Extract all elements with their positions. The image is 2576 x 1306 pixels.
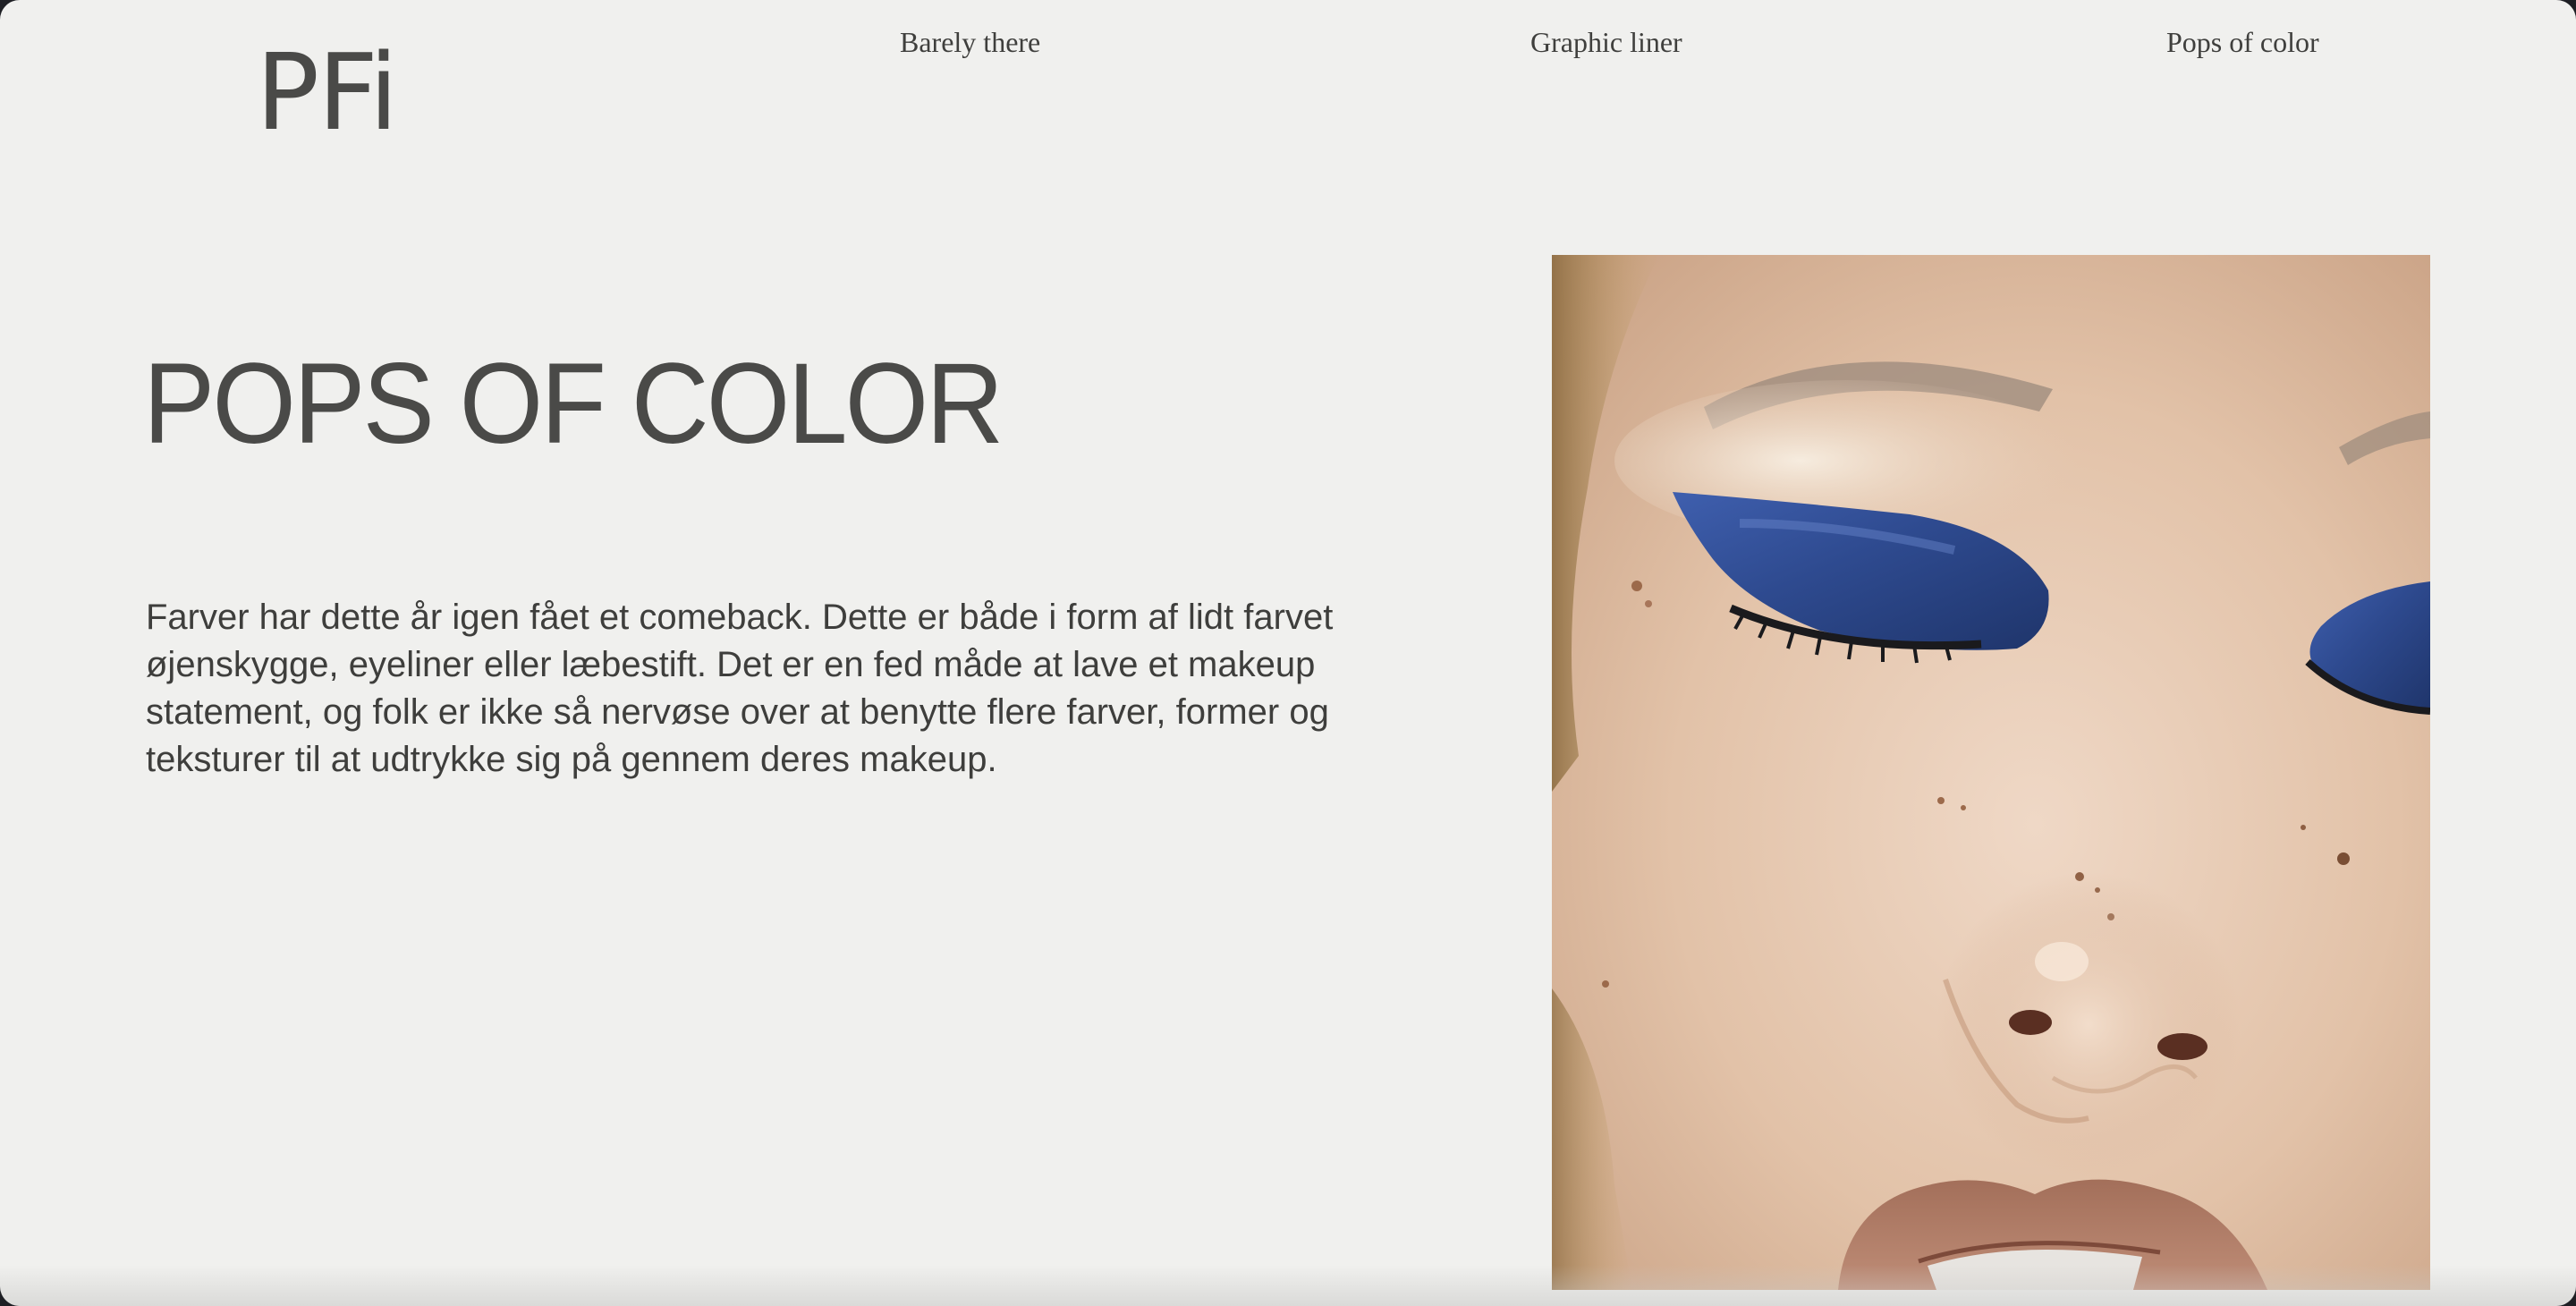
face-illustration [1552,255,2430,1290]
browser-viewport: PFi Barely there Graphic liner Pops of c… [0,0,2576,1306]
intro-paragraph: Farver har dette år igen fået et comebac… [146,598,1334,779]
nav-link-pops-of-color[interactable]: Pops of color [2166,25,2319,59]
hero-photo [1552,255,2430,1290]
nav-link-graphic-liner[interactable]: Graphic liner [1530,25,1682,59]
page-headline: POPS OF COLOR [143,340,1004,468]
nav-link-barely-there[interactable]: Barely there [900,25,1040,59]
site-logo[interactable]: PFi [256,39,398,145]
